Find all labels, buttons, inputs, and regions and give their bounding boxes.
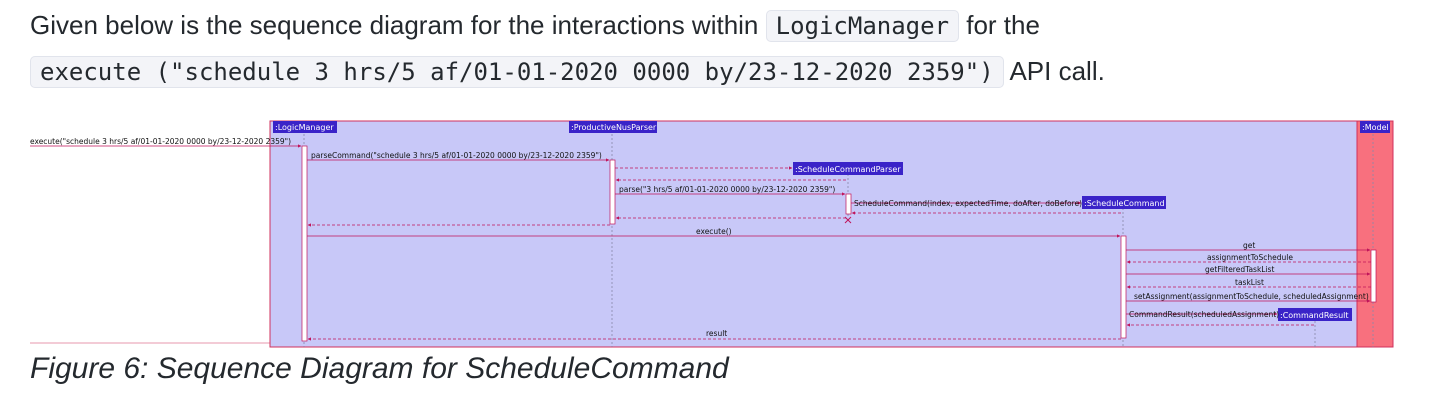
sequence-diagram: :LogicManager :ProductiveNusParser :Sche… xyxy=(30,120,1394,348)
msg-get-filtered: getFilteredTaskList xyxy=(1205,265,1274,274)
activation-parser xyxy=(609,159,616,225)
msg-command-result: CommandResult(scheduledAssignment) xyxy=(1129,310,1279,319)
activation-logicmanager xyxy=(301,145,308,342)
msg-parse: parse("3 hrs/5 af/01-01-2020 0000 by/23-… xyxy=(619,185,835,194)
msg-parse-command: parseCommand("schedule 3 hrs/5 af/01-01-… xyxy=(311,151,602,160)
participant-parser-label: :ProductiveNusParser xyxy=(571,123,657,132)
activation-model xyxy=(1370,249,1377,303)
msg-result: result xyxy=(706,329,727,338)
participant-schedulecommand-label: :ScheduleCommand xyxy=(1084,199,1165,208)
participant-schedulecommandparser-label: :ScheduleCommandParser xyxy=(795,165,901,174)
participant-logicmanager-label: :LogicManager xyxy=(275,123,334,132)
msg-execute: execute() xyxy=(696,227,732,236)
description-text: Given below is the sequence diagram for … xyxy=(30,10,766,40)
participant-model-label: :Model xyxy=(1362,123,1389,132)
msg-schedule-command: ScheduleCommand(index, expectedTime, doA… xyxy=(854,199,1082,208)
msg-execute-call: execute("schedule 3 hrs/5 af/01-01-2020 … xyxy=(30,137,291,146)
msg-set-assignment: setAssignment(assignmentToSchedule, sche… xyxy=(1134,292,1369,301)
inline-code-execute-call: execute ("schedule 3 hrs/5 af/01-01-2020… xyxy=(30,56,1004,88)
participant-commandresult-label: :CommandResult xyxy=(1280,311,1349,320)
msg-task-list: taskList xyxy=(1235,278,1264,287)
description-paragraph: Given below is the sequence diagram for … xyxy=(30,2,1420,94)
description-text: API call. xyxy=(1003,56,1105,86)
activation-schedulecommand xyxy=(1120,235,1127,339)
description-text: for the xyxy=(959,10,1040,40)
figure-caption: Figure 6: Sequence Diagram for ScheduleC… xyxy=(30,352,729,385)
msg-get: get xyxy=(1243,241,1255,250)
activation-schedulecommandparser xyxy=(845,193,852,215)
model-box xyxy=(1356,120,1394,348)
msg-assignment-to-schedule: assignmentToSchedule xyxy=(1207,253,1293,262)
inline-code-logicmanager: LogicManager xyxy=(765,10,960,42)
